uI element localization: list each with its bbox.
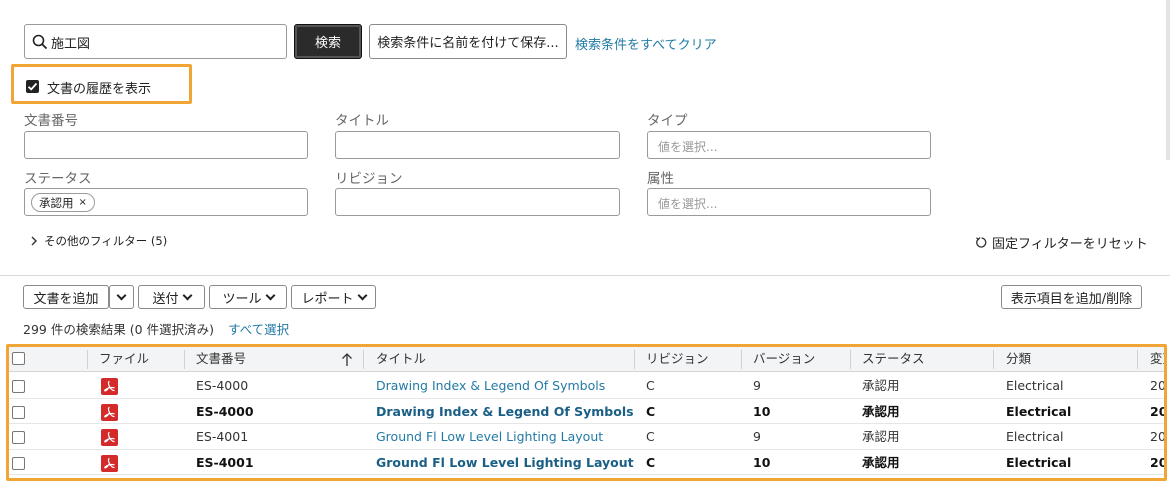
manage-columns-label: 表示項目を追加/削除 (1010, 291, 1133, 307)
tools-menu-button[interactable]: ツール (209, 285, 287, 309)
clear-search-link[interactable]: 検索条件をすべてクリア (575, 34, 717, 53)
status-select[interactable]: 承認用 × (24, 188, 308, 216)
doc-number-label: 文書番号 (24, 113, 78, 129)
add-document-dropdown[interactable] (109, 285, 134, 309)
results-summary: 299 件の検索結果 (0 件選択済み) (23, 322, 214, 337)
type-select[interactable]: 値を選択... (647, 131, 931, 159)
attribute-select[interactable]: 値を選択... (647, 188, 931, 216)
search-input[interactable]: 施工図 (24, 24, 287, 59)
save-search-label: 検索条件に名前を付けて保存... (377, 36, 559, 51)
chevron-down-icon (357, 290, 367, 300)
history-checkbox-label: 文書の履歴を表示 (47, 82, 152, 97)
attribute-placeholder: 値を選択... (658, 197, 718, 211)
remove-chip-icon[interactable]: × (79, 197, 87, 208)
chevron-right-icon (31, 236, 37, 246)
title-label: タイトル (335, 113, 389, 129)
revision-field[interactable] (335, 188, 620, 216)
reset-fixed-filters-label: 固定フィルターをリセット (992, 237, 1148, 252)
add-document-label: 文書を追加 (33, 291, 99, 307)
type-label: タイプ (647, 113, 688, 129)
report-label: レポート (301, 291, 354, 307)
save-search-button[interactable]: 検索条件に名前を付けて保存... (369, 24, 567, 59)
tools-label: ツール (222, 291, 262, 307)
results-table-highlight (6, 344, 1167, 481)
status-label: ステータス (24, 171, 92, 187)
status-chip[interactable]: 承認用 × (31, 193, 95, 212)
chevron-down-icon (265, 290, 275, 300)
revision-label: リビジョン (335, 171, 403, 187)
type-placeholder: 値を選択... (658, 140, 718, 154)
add-document-button[interactable]: 文書を追加 (23, 285, 109, 309)
search-button[interactable]: 検索 (294, 24, 362, 59)
more-filters-label: その他のフィルター (5) (44, 234, 168, 248)
reset-fixed-filters-button[interactable]: 固定フィルターをリセット (975, 233, 1148, 252)
send-menu-button[interactable]: 送付 (138, 285, 205, 309)
status-chip-label: 承認用 (39, 195, 74, 210)
chevron-down-icon (116, 290, 127, 300)
vertical-scrollbar[interactable] (1166, 0, 1170, 160)
doc-number-field[interactable] (24, 131, 308, 159)
search-value: 施工図 (51, 37, 91, 52)
checkmark-icon (27, 82, 38, 91)
manage-columns-button[interactable]: 表示項目を追加/削除 (1001, 285, 1142, 309)
search-button-label: 検索 (314, 36, 341, 51)
search-icon (32, 34, 48, 50)
section-divider (0, 275, 1170, 276)
send-label: 送付 (152, 291, 179, 307)
history-checkbox[interactable] (26, 80, 39, 93)
select-all-link[interactable]: すべて選択 (228, 319, 289, 338)
reset-icon (976, 237, 987, 248)
more-filters-toggle[interactable]: その他のフィルター (5) (30, 233, 167, 249)
title-field[interactable] (335, 131, 620, 159)
chevron-down-icon (182, 290, 192, 300)
report-menu-button[interactable]: レポート (291, 285, 376, 309)
attribute-label: 属性 (647, 171, 674, 187)
